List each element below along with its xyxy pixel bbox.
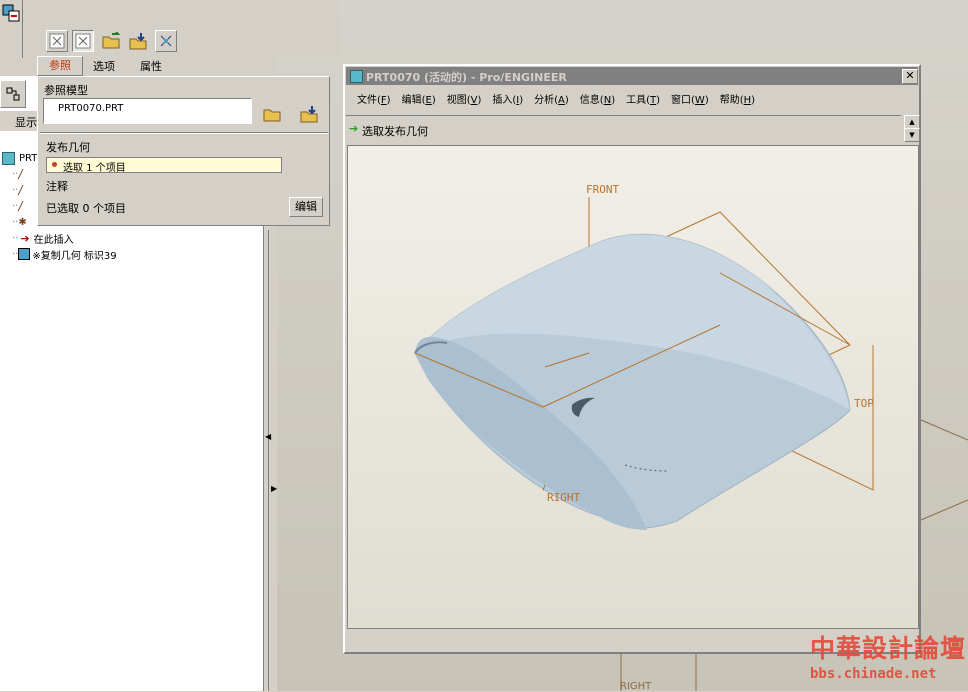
collapse-left-icon[interactable]: ◀	[265, 432, 271, 441]
place-model-icon[interactable]	[299, 103, 321, 125]
watermark-url: bbs.chinade.net	[810, 666, 937, 682]
place-folder-icon[interactable]	[128, 30, 150, 52]
menu-analysis[interactable]: 分析(A)	[534, 91, 569, 106]
edit-button[interactable]: 编辑	[289, 197, 323, 217]
tree-item-datum-plane[interactable]: ·· /	[12, 182, 22, 198]
panel-separator	[40, 132, 328, 134]
tab-properties[interactable]: 属性	[140, 58, 162, 74]
publish-geometry-collector[interactable]: 选取 1 个项目	[46, 157, 282, 174]
message-area	[346, 115, 901, 142]
menu-info[interactable]: 信息(N)	[580, 91, 615, 106]
menu-help[interactable]: 帮助(H)	[720, 91, 755, 106]
window-app-icon	[350, 70, 363, 83]
menu-view[interactable]: 视图(V)	[447, 91, 482, 106]
menu-file[interactable]: 文件(F)	[357, 91, 391, 106]
menu-bar: 文件(F) 编辑(E) 视图(V) 插入(I) 分析(A) 信息(N) 工具(T…	[346, 87, 918, 109]
menu-insert[interactable]: 插入(I)	[492, 91, 523, 106]
ref-model-field[interactable]: PRT0070.PRT	[43, 98, 252, 124]
prompt-message: 选取发布几何	[362, 125, 428, 138]
publish-geometry-label: 发布几何	[46, 141, 90, 154]
model-view	[414, 197, 874, 530]
watermark: 中華設計論壇 bbs.chinade.net	[810, 633, 967, 687]
side-tab-display[interactable]: 显示	[0, 110, 40, 131]
tree-root[interactable]: PRT	[2, 150, 37, 166]
splitter-line	[268, 230, 269, 691]
dependency-toggle-icon[interactable]	[72, 30, 94, 52]
part-icon	[2, 151, 15, 165]
message-scroll-up[interactable]: ▲	[904, 115, 920, 129]
copy-geometry-icon[interactable]	[0, 2, 22, 24]
notes-label: 注释	[46, 180, 68, 193]
watermark-title: 中華設計論壇	[810, 634, 967, 663]
prompt-arrow-icon: ➔	[349, 122, 359, 135]
menu-tools[interactable]: 工具(T)	[626, 91, 660, 106]
tree-item-insert-here[interactable]: ·· ➔ 在此插入	[12, 230, 74, 246]
datum-label-right: RIGHT	[547, 491, 581, 504]
external-toggle-icon[interactable]	[46, 30, 68, 52]
tree-item-datum-plane[interactable]: ·· /	[12, 166, 22, 182]
menu-window[interactable]: 窗口(W)	[671, 91, 709, 106]
window-title: PRT0070 (活动的) - Pro/ENGINEER	[366, 71, 567, 84]
coordinate-system-icon[interactable]	[155, 30, 177, 52]
tree-settings-icon[interactable]	[0, 80, 26, 108]
open-model-icon[interactable]	[262, 103, 284, 125]
datum-label-front: FRONT	[586, 183, 620, 196]
ref-model-label: 参照模型	[44, 84, 88, 97]
datum-label-top: TOP	[854, 397, 874, 410]
tree-item-datum-plane[interactable]: ·· /	[12, 198, 22, 214]
menu-edit[interactable]: 编辑(E)	[402, 91, 436, 106]
csys-icon: ✱	[18, 216, 27, 228]
datum-plane-icon: /	[18, 183, 23, 197]
toolbar-divider	[22, 0, 23, 58]
close-window-button[interactable]: ✕	[902, 69, 918, 84]
message-scroll-down[interactable]: ▼	[904, 128, 920, 142]
notes-count: 已选取 0 个项目	[46, 202, 126, 215]
tab-references[interactable]: 参照	[37, 56, 83, 76]
close-icon: ✕	[905, 69, 915, 82]
insert-arrow-icon: ➔	[20, 231, 30, 245]
expand-right-icon[interactable]: ▶	[271, 484, 277, 493]
open-folder-icon[interactable]	[101, 30, 123, 52]
datum-label-right-bg: RIGHT	[620, 681, 652, 692]
datum-plane-icon: /	[18, 199, 23, 213]
copy-geometry-icon	[18, 248, 31, 260]
tab-options[interactable]: 选项	[93, 58, 115, 74]
tree-item-copy-geometry[interactable]: ·· ※复制几何 标识39	[12, 246, 117, 262]
tree-item-csys[interactable]: ·· ✱	[12, 214, 27, 230]
datum-plane-icon: /	[18, 167, 23, 181]
selection-bullet-icon	[52, 162, 57, 167]
